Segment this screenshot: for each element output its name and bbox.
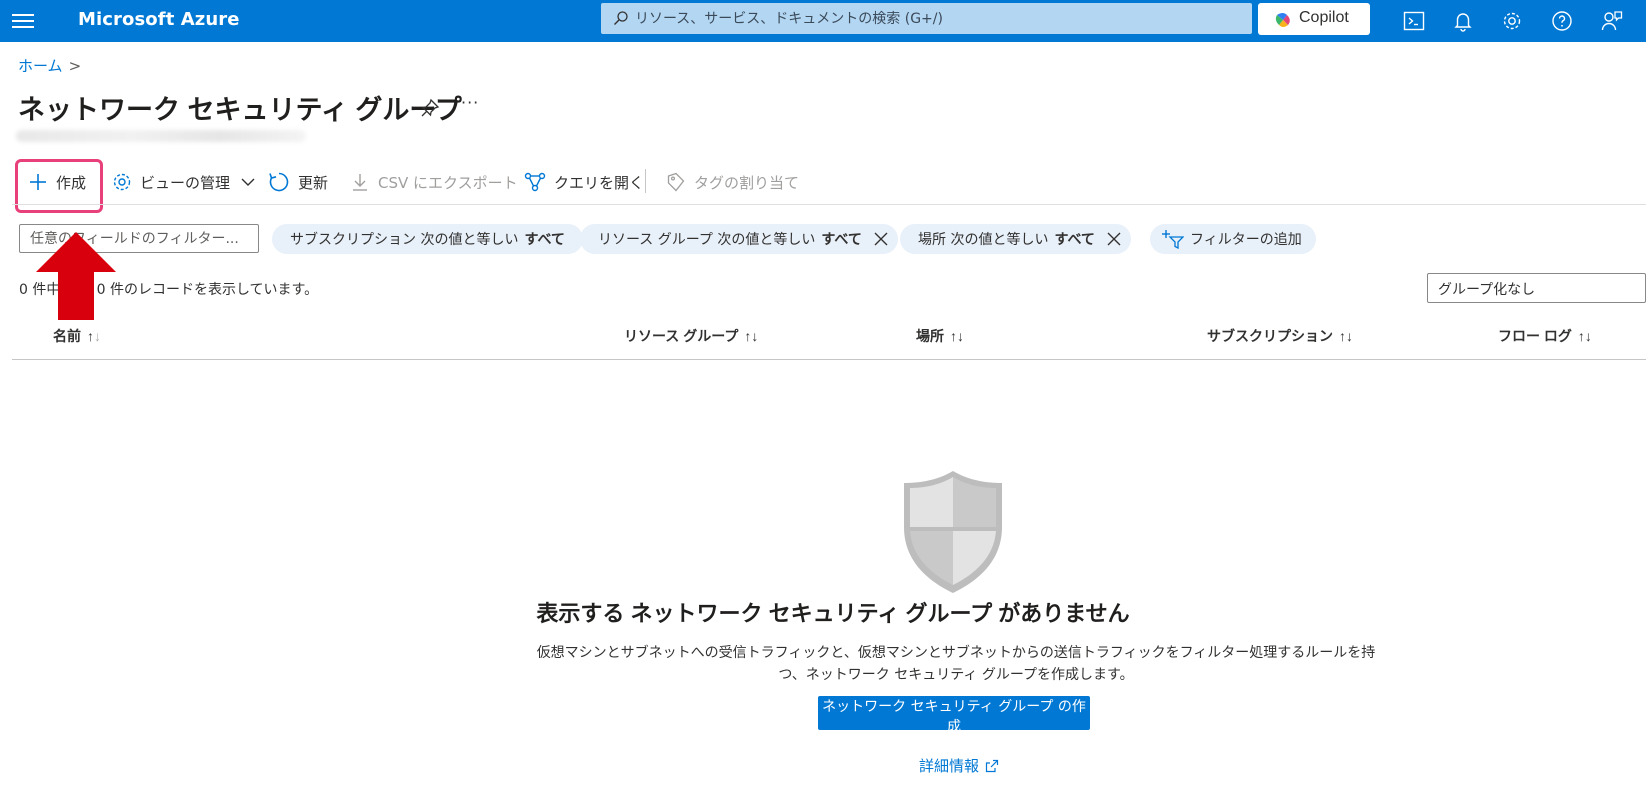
column-header-flow-logs[interactable]: フロー ログ ↑↓ xyxy=(1498,326,1592,346)
refresh-label: 更新 xyxy=(298,173,329,192)
close-icon[interactable] xyxy=(1107,232,1121,246)
top-bar: Microsoft Azure Copilot xyxy=(0,0,1646,42)
breadcrumb-home[interactable]: ホーム xyxy=(18,57,63,75)
filter-pill-label: リソース グループ 次の値と等しい xyxy=(598,232,816,248)
create-button[interactable]: 作成 xyxy=(28,170,86,194)
export-csv-button[interactable]: CSV にエクスポート xyxy=(350,170,518,194)
sort-icon: ↑↓ xyxy=(1577,328,1592,344)
filter-pill-subscription[interactable]: サブスクリプション 次の値と等しい すべて xyxy=(272,224,583,254)
assign-tags-label: タグの割り当て xyxy=(694,173,800,192)
column-label: フロー ログ xyxy=(1498,328,1572,344)
manage-view-label: ビューの管理 xyxy=(140,173,231,192)
column-label: 場所 xyxy=(916,328,944,344)
bell-icon[interactable] xyxy=(1451,9,1475,33)
brand-title[interactable]: Microsoft Azure xyxy=(78,9,240,30)
filter-pill-label: 場所 次の値と等しい xyxy=(918,232,1049,248)
gear-icon[interactable] xyxy=(1500,9,1524,33)
column-header-subscription[interactable]: サブスクリプション ↑↓ xyxy=(1207,326,1353,346)
search-icon xyxy=(614,11,628,25)
refresh-button[interactable]: 更新 xyxy=(268,170,328,194)
pin-icon[interactable] xyxy=(420,98,440,118)
column-header-location[interactable]: 場所 ↑↓ xyxy=(916,326,964,346)
copilot-label: Copilot xyxy=(1299,9,1349,26)
column-label: 名前 xyxy=(53,328,81,344)
assign-tags-button[interactable]: タグの割り当て xyxy=(666,170,799,194)
command-bar-rule xyxy=(12,204,1646,205)
filter-pill-location[interactable]: 場所 次の値と等しい すべて xyxy=(900,224,1131,254)
add-filter-button[interactable]: フィルターの追加 xyxy=(1150,224,1316,254)
close-icon[interactable] xyxy=(874,232,888,246)
create-nsg-button[interactable]: ネットワーク セキュリティ グループ の作成 xyxy=(818,696,1090,735)
sort-icon: ↑↓ xyxy=(744,328,759,344)
export-csv-label: CSV にエクスポート xyxy=(378,173,518,192)
column-header-resource-group[interactable]: リソース グループ ↑↓ xyxy=(624,326,758,346)
grouping-dropdown[interactable]: グループ化なし xyxy=(1427,273,1646,303)
filter-pill-label: サブスクリプション 次の値と等しい xyxy=(290,232,519,248)
download-icon xyxy=(353,174,367,191)
command-bar: 作成 ビューの管理 更新 CSV にエクスポート クエリを開く タグの割り当て xyxy=(0,158,1646,204)
add-filter-label: フィルターの追加 xyxy=(1190,232,1302,248)
page-title: ネットワーク セキュリティ グループ xyxy=(18,95,462,125)
shield-icon xyxy=(904,471,1002,593)
more-options-icon[interactable]: ··· xyxy=(461,93,479,112)
help-icon[interactable] xyxy=(1550,9,1574,33)
chevron-down-icon xyxy=(241,178,255,186)
column-label: リソース グループ xyxy=(624,328,739,344)
column-header-name[interactable]: 名前 ↑↓ xyxy=(53,326,101,346)
breadcrumb: ホーム > xyxy=(18,55,81,76)
open-query-label: クエリを開く xyxy=(554,173,645,192)
filter-pill-resource-group[interactable]: リソース グループ 次の値と等しい すべて xyxy=(580,224,898,254)
external-link-icon xyxy=(985,759,999,772)
blurred-subtitle xyxy=(16,130,306,142)
query-icon xyxy=(524,172,546,192)
cloud-shell-icon[interactable] xyxy=(1402,9,1426,33)
tag-icon xyxy=(667,172,685,192)
empty-state-description: 仮想マシンとサブネットへの受信トラフィックと、仮想マシンとサブネットからの送信ト… xyxy=(536,645,1376,683)
add-filter-icon xyxy=(1162,230,1184,249)
sort-icon: ↑↓ xyxy=(950,328,964,344)
search-input[interactable] xyxy=(635,3,1235,34)
filter-pill-value: すべて xyxy=(1054,232,1095,248)
sort-icon: ↑↓ xyxy=(1339,328,1353,344)
copilot-button[interactable]: Copilot xyxy=(1258,3,1370,35)
filter-pill-value: すべて xyxy=(821,232,862,248)
sort-icon: ↑↓ xyxy=(87,328,101,344)
empty-state-title: 表示する ネットワーク セキュリティ グループ がありません xyxy=(536,601,1130,626)
plus-icon xyxy=(30,174,46,190)
manage-view-button[interactable]: ビューの管理 xyxy=(112,170,256,194)
table-header-rule xyxy=(12,359,1646,360)
feedback-icon[interactable] xyxy=(1600,9,1624,33)
record-count: 0 件中 0 ～ 0 件のレコードを表示しています。 xyxy=(19,282,319,298)
create-label: 作成 xyxy=(56,173,87,192)
column-label: サブスクリプション xyxy=(1207,328,1333,344)
gear-icon xyxy=(113,173,131,191)
breadcrumb-separator: > xyxy=(68,57,82,75)
filter-pill-value: すべて xyxy=(524,232,565,248)
command-divider xyxy=(645,169,646,193)
open-query-button[interactable]: クエリを開く xyxy=(524,170,644,194)
copilot-icon xyxy=(1275,13,1290,27)
menu-icon[interactable] xyxy=(12,11,34,31)
learn-more-link[interactable]: 詳細情報 xyxy=(919,755,999,776)
learn-more-label: 詳細情報 xyxy=(919,757,980,775)
global-search[interactable] xyxy=(601,3,1252,34)
refresh-icon xyxy=(269,172,289,192)
filter-input[interactable] xyxy=(19,224,259,253)
